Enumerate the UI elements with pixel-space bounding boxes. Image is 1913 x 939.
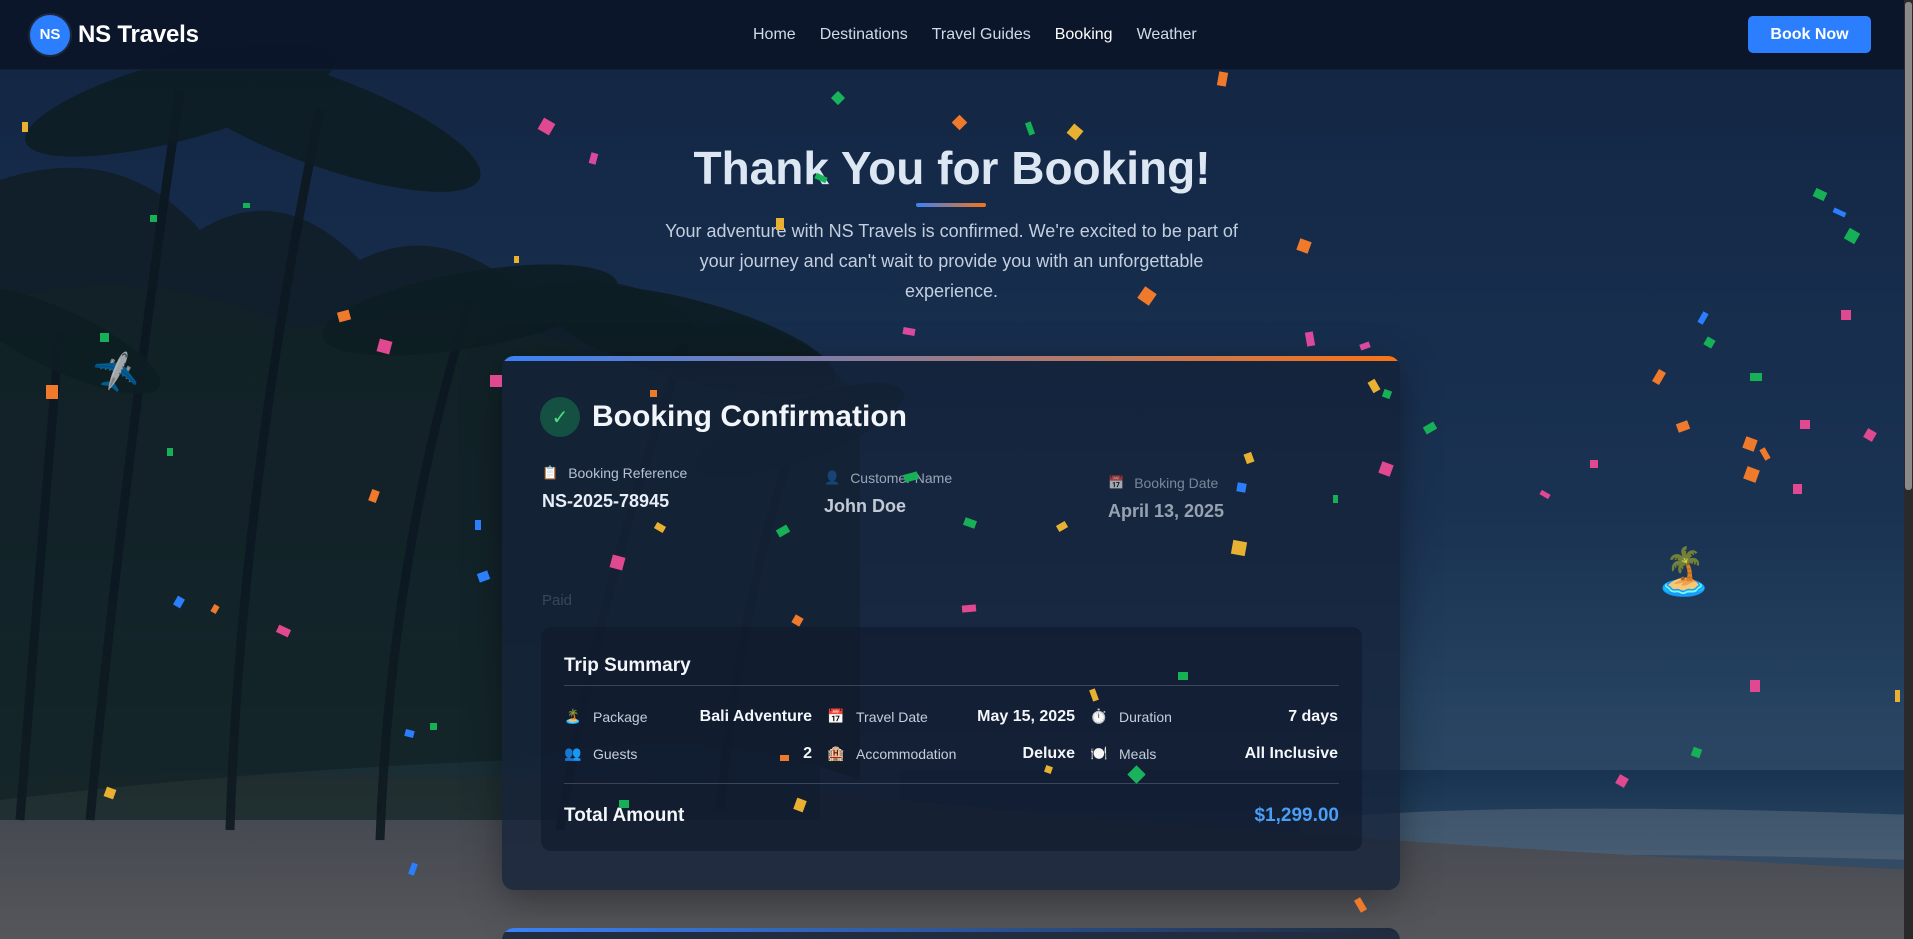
customer-name: 👤 Customer Name John Doe	[824, 470, 952, 517]
clipboard-icon: 📋	[542, 465, 559, 480]
trip-summary-title: Trip Summary	[564, 655, 691, 676]
booking-date: 📅 Booking Date April 13, 2025	[1108, 475, 1224, 522]
total-amount-value: $1,299.00	[1254, 805, 1339, 826]
booking-confirmation-card: ✓ Booking Confirmation 📋 Booking Referen…	[502, 356, 1400, 890]
navbar: NS NS Travels Home Destinations Travel G…	[0, 0, 1904, 70]
people-icon: 👥	[564, 745, 582, 761]
calendar-icon: 📅	[827, 708, 845, 724]
card-title: Booking Confirmation	[592, 400, 907, 433]
trip-summary-grid: 🏝️ Package Bali Adventure 📅 Travel Date …	[564, 698, 1339, 772]
booking-date-label: Booking Date	[1134, 475, 1219, 491]
card-accent-bar	[502, 928, 1400, 932]
summary-travel-date: 📅 Travel Date May 15, 2025	[827, 707, 1075, 725]
person-icon: 👤	[824, 470, 841, 485]
nav-link-destinations[interactable]: Destinations	[820, 26, 908, 44]
booking-reference: 📋 Booking Reference NS-2025-78945	[542, 465, 687, 512]
divider	[564, 685, 1339, 686]
plate-icon: 🍽️	[1090, 745, 1108, 761]
trip-summary: Trip Summary 🏝️ Package Bali Adventure 📅…	[541, 627, 1362, 851]
booking-date-value: April 13, 2025	[1108, 501, 1225, 521]
summary-meals: 🍽️ Meals All Inclusive	[1090, 744, 1338, 762]
scrollbar-thumb[interactable]	[1905, 2, 1912, 490]
island-icon: 🏝️	[564, 708, 582, 724]
brand-name[interactable]: NS Travels	[78, 21, 199, 49]
card-header: ✓ Booking Confirmation	[540, 397, 907, 437]
nav-link-travel-guides[interactable]: Travel Guides	[932, 26, 1031, 44]
nav-links: Home Destinations Travel Guides Booking …	[753, 0, 1197, 70]
nav-link-weather[interactable]: Weather	[1137, 26, 1197, 44]
total-amount-label: Total Amount	[564, 805, 685, 826]
nav-link-booking[interactable]: Booking	[1055, 26, 1113, 44]
brand-logo[interactable]: NS	[30, 14, 70, 55]
checkmark-icon: ✓	[540, 397, 580, 437]
calendar-icon: 📅	[1108, 475, 1125, 490]
summary-accommodation: 🏨 Accommodation Deluxe	[827, 744, 1075, 762]
card-accent-bar	[502, 356, 1400, 361]
customer-name-value: John Doe	[824, 496, 907, 516]
payment-status-value: Paid	[542, 592, 573, 609]
nav-link-home[interactable]: Home	[753, 26, 796, 44]
brand[interactable]: NS NS Travels	[30, 14, 199, 55]
hotel-icon: 🏨	[827, 745, 845, 761]
next-card	[502, 928, 1400, 939]
stopwatch-icon: ⏱️	[1090, 708, 1108, 724]
booking-reference-value: NS-2025-78945	[542, 491, 670, 511]
scrollbar[interactable]	[1904, 0, 1913, 939]
summary-package: 🏝️ Package Bali Adventure	[564, 707, 812, 725]
divider	[564, 783, 1339, 784]
summary-duration: ⏱️ Duration 7 days	[1090, 707, 1338, 725]
book-now-button[interactable]: Book Now	[1748, 16, 1871, 53]
summary-guests: 👥 Guests 2	[564, 744, 812, 762]
customer-name-label: Customer Name	[850, 470, 953, 486]
booking-reference-label: Booking Reference	[568, 465, 688, 481]
